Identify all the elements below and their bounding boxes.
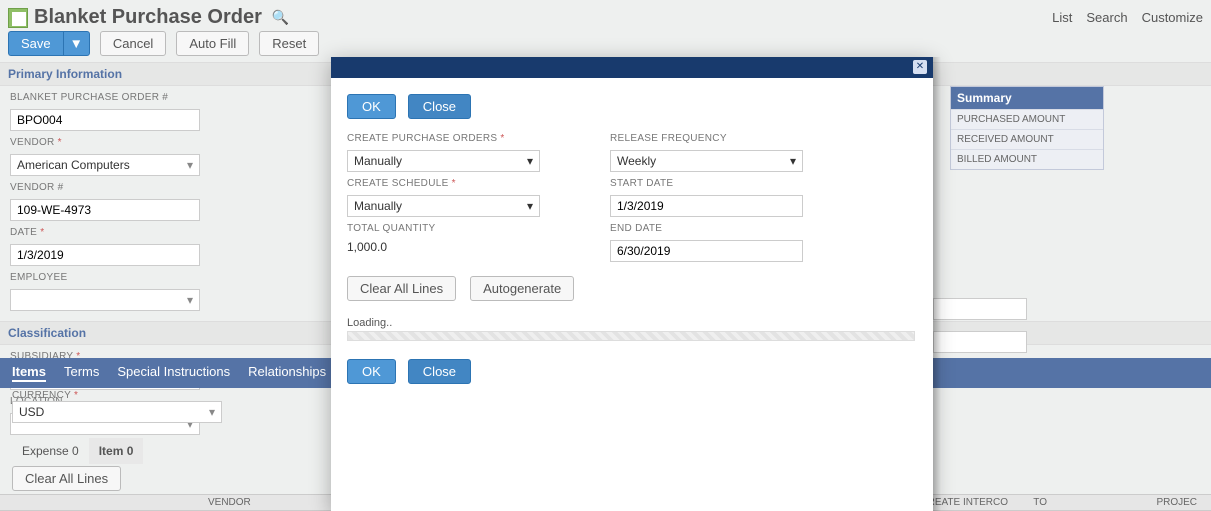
- clear-all-lines-button[interactable]: Clear All Lines: [12, 466, 121, 491]
- employee-select[interactable]: ▾: [10, 289, 200, 311]
- close-button[interactable]: Close: [408, 94, 471, 119]
- date-label: DATE: [10, 227, 200, 238]
- search-icon[interactable]: 🔍: [272, 9, 289, 26]
- schedule-select[interactable]: Manually ▾: [347, 195, 540, 217]
- cancel-button[interactable]: Cancel: [100, 31, 166, 56]
- grid-col-project: PROJEC: [1148, 497, 1205, 508]
- save-button-split: Save ▼: [8, 31, 90, 56]
- grid-col-to: TO: [1025, 497, 1055, 508]
- ok-button[interactable]: OK: [347, 94, 396, 119]
- chevron-down-icon: ▾: [187, 158, 193, 172]
- employee-label: EMPLOYEE: [10, 272, 200, 283]
- summary-received: RECEIVED AMOUNT: [951, 129, 1103, 149]
- save-dropdown-arrow[interactable]: ▼: [63, 31, 90, 56]
- close-icon[interactable]: ✕: [913, 60, 927, 74]
- schedule-value: Manually: [354, 199, 402, 213]
- summary-billed: BILLED AMOUNT: [951, 149, 1103, 169]
- link-customize[interactable]: Customize: [1142, 10, 1203, 25]
- save-button[interactable]: Save: [8, 31, 63, 56]
- reset-button[interactable]: Reset: [259, 31, 319, 56]
- page-header: Blanket Purchase Order 🔍 List Search Cus…: [0, 0, 1211, 31]
- bpo-input[interactable]: [10, 109, 200, 131]
- vendor-select[interactable]: American Computers ▾: [10, 154, 200, 176]
- link-list[interactable]: List: [1052, 10, 1072, 25]
- vendor-no-label: VENDOR #: [10, 182, 200, 193]
- bpo-label: BLANKET PURCHASE ORDER #: [10, 92, 200, 103]
- autogenerate-button[interactable]: Autogenerate: [470, 276, 574, 301]
- end-date-input[interactable]: [610, 240, 803, 262]
- vendor-no-input[interactable]: [10, 199, 200, 221]
- progress-bar: [347, 331, 915, 341]
- cpo-label: CREATE PURCHASE ORDERS: [347, 133, 540, 144]
- currency-select[interactable]: USD ▾: [12, 401, 222, 423]
- freq-label: RELEASE FREQUENCY: [610, 133, 803, 144]
- start-date-label: START DATE: [610, 178, 803, 189]
- tab-terms[interactable]: Terms: [64, 364, 99, 382]
- freq-select[interactable]: Weekly ▾: [610, 150, 803, 172]
- subtab-expense[interactable]: Expense 0: [12, 438, 89, 464]
- subtab-item[interactable]: Item 0: [89, 438, 144, 464]
- schedule-label: CREATE SCHEDULE: [347, 178, 540, 189]
- vendor-label: VENDOR: [10, 137, 200, 148]
- side-input-2[interactable]: [933, 331, 1027, 353]
- record-type-icon: [8, 8, 28, 28]
- ok-button-bottom[interactable]: OK: [347, 359, 396, 384]
- summary-header: Summary: [951, 87, 1103, 109]
- side-input-1[interactable]: [933, 298, 1027, 320]
- clear-all-lines-modal-button[interactable]: Clear All Lines: [347, 276, 456, 301]
- tab-items[interactable]: Items: [12, 364, 46, 382]
- autofill-button[interactable]: Auto Fill: [176, 31, 249, 56]
- date-input[interactable]: [10, 244, 200, 266]
- chevron-down-icon: ▾: [527, 154, 533, 168]
- freq-value: Weekly: [617, 154, 656, 168]
- vendor-select-value: American Computers: [17, 158, 130, 172]
- modal-titlebar: ✕: [331, 57, 933, 78]
- modal-shadow: [933, 57, 941, 511]
- end-date-label: END DATE: [610, 223, 803, 234]
- chevron-down-icon: ▾: [527, 199, 533, 213]
- cpo-select[interactable]: Manually ▾: [347, 150, 540, 172]
- top-links: List Search Customize: [1052, 10, 1203, 25]
- total-qty-label: TOTAL QUANTITY: [347, 223, 540, 234]
- loading-row: Loading..: [347, 317, 917, 341]
- currency-value: USD: [19, 405, 44, 419]
- link-search[interactable]: Search: [1086, 10, 1127, 25]
- summary-box: Summary PURCHASED AMOUNT RECEIVED AMOUNT…: [950, 86, 1104, 170]
- modal-dialog: ✕ OK Close CREATE PURCHASE ORDERS Manual…: [331, 57, 933, 511]
- start-date-input[interactable]: [610, 195, 803, 217]
- grid-col-vendor: VENDOR: [200, 497, 259, 508]
- tab-relationships[interactable]: Relationships: [248, 364, 326, 382]
- chevron-down-icon: ▾: [209, 405, 215, 419]
- chevron-down-icon: ▾: [187, 293, 193, 307]
- loading-text: Loading..: [347, 317, 917, 329]
- close-button-bottom[interactable]: Close: [408, 359, 471, 384]
- page-title: Blanket Purchase Order: [34, 6, 262, 29]
- cpo-value: Manually: [354, 154, 402, 168]
- chevron-down-icon: ▾: [790, 154, 796, 168]
- total-qty-value: 1,000.0: [347, 240, 540, 254]
- tab-special[interactable]: Special Instructions: [117, 364, 230, 382]
- summary-purchased: PURCHASED AMOUNT: [951, 109, 1103, 129]
